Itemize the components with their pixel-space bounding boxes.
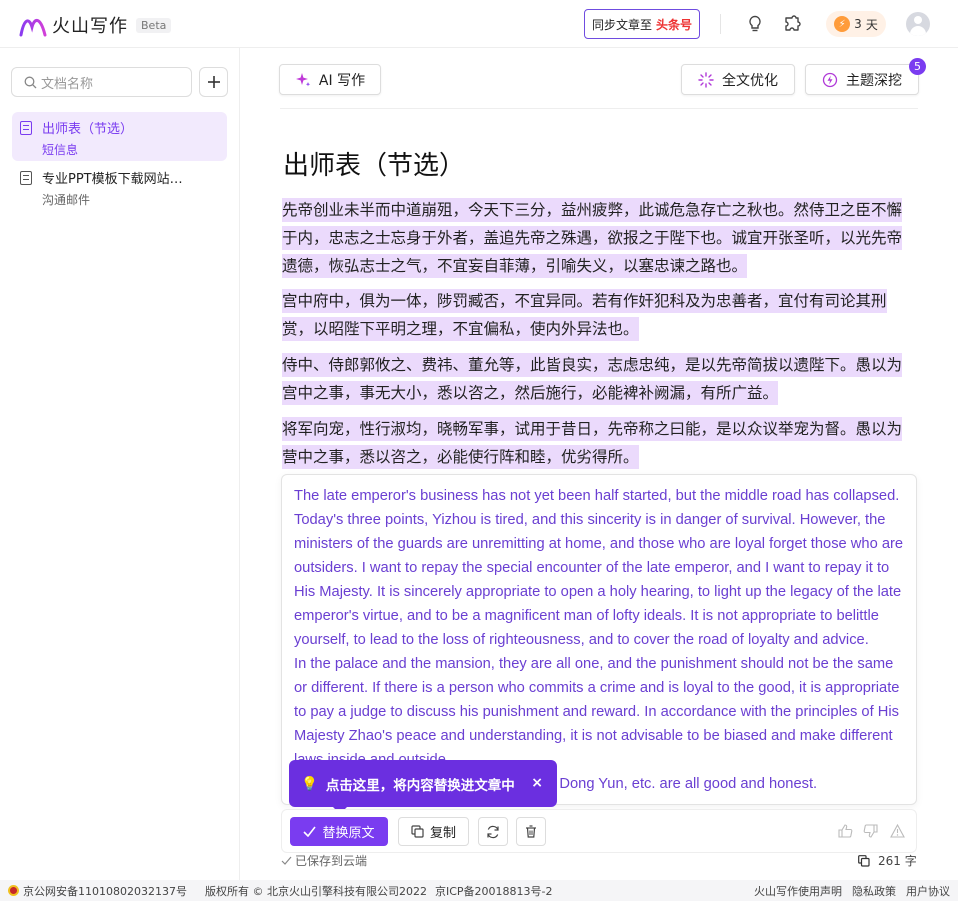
add-document-button[interactable] bbox=[199, 67, 228, 97]
document-sidebar: 文档名称 出师表（节选） 短信息 专业PPT模板下载网站… 沟通邮件 bbox=[0, 48, 240, 880]
paragraph-1-text: 先帝创业未半而中道崩殂，今天下三分，益州疲弊，此诚危急存亡之秋也。然侍卫之臣不懈… bbox=[282, 198, 903, 278]
doc-subtitle: 短信息 bbox=[42, 143, 79, 157]
lightning-icon: ⚡ bbox=[834, 16, 851, 32]
translation-result-panel[interactable]: The late emperor's business has not yet … bbox=[281, 474, 917, 805]
paragraph-3-text: 侍中、侍郎郭攸之、费祎、董允等，此皆良实，志虑忠纯，是以先帝简拔以遗陛下。愚以为… bbox=[282, 353, 903, 405]
copy-icon bbox=[858, 854, 870, 867]
plus-icon bbox=[207, 76, 220, 88]
sync-to-toutiao-button[interactable]: 同步文章至 头条号 bbox=[584, 9, 700, 39]
lightbulb-icon[interactable] bbox=[744, 13, 766, 35]
translation-text-2: In the palace and the mansion, they are … bbox=[294, 656, 900, 768]
footer-agreement-link[interactable]: 用户协议 bbox=[906, 883, 950, 899]
burst-icon bbox=[698, 71, 714, 88]
page-footer: 京公网安备11010802032137号 版权所有 © 北京火山引擎科技有限公司… bbox=[0, 880, 958, 901]
streak-days-badge[interactable]: ⚡ 3 天 bbox=[826, 11, 886, 37]
app-logo[interactable]: 火山写作 Beta bbox=[18, 12, 172, 38]
deep-dig-label: 主题深挖 bbox=[846, 72, 902, 89]
user-avatar[interactable] bbox=[906, 12, 930, 36]
optimize-label: 全文优化 bbox=[722, 72, 778, 89]
doc-title: 出师表（节选） bbox=[42, 122, 134, 137]
document-title[interactable]: 出师表（节选） bbox=[283, 145, 465, 182]
check-icon bbox=[303, 826, 317, 837]
footer-copyright: 版权所有 © 北京火山引擎科技有限公司2022 bbox=[204, 884, 427, 898]
paragraph-4[interactable]: 将军向宠，性行淑均，晓畅军事，试用于昔日，先帝称之曰能，是以众议举宠为督。愚以为… bbox=[282, 415, 910, 471]
search-placeholder: 文档名称 bbox=[41, 76, 94, 92]
app-name: 火山写作 bbox=[52, 16, 128, 37]
trash-icon bbox=[526, 825, 536, 838]
search-icon bbox=[24, 76, 37, 88]
tooltip-text: 点击这里，将内容替换进文章中 bbox=[325, 777, 515, 794]
deep-dig-count-badge: 5 bbox=[909, 58, 926, 75]
word-count-unit: 字 bbox=[904, 854, 917, 868]
translation-text-1: The late emperor's business has not yet … bbox=[294, 488, 904, 648]
paragraph-2-text: 宫中府中，俱为一体，陟罚臧否，不宜异同。若有作奸犯科及为忠善者，宜付有司论其刑赏… bbox=[282, 289, 887, 341]
replace-label: 替换原文 bbox=[322, 826, 375, 841]
copy-label: 复制 bbox=[429, 826, 456, 841]
footer-privacy-link[interactable]: 隐私政策 bbox=[852, 883, 896, 899]
thumbs-down-icon[interactable] bbox=[862, 823, 878, 839]
refresh-icon bbox=[487, 825, 499, 838]
sparkle-icon bbox=[295, 72, 311, 86]
streak-unit: 天 bbox=[865, 17, 878, 32]
save-status: 已保存到云端 bbox=[281, 852, 367, 869]
sync-target: 头条号 bbox=[656, 17, 693, 32]
paragraph-4-text: 将军向宠，性行淑均，晓畅军事，试用于昔日，先帝称之曰能，是以众议举宠为督。愚以为… bbox=[282, 417, 903, 469]
optimize-all-button[interactable]: 全文优化 bbox=[681, 64, 795, 95]
footer-terms-link[interactable]: 火山写作使用声明 bbox=[754, 883, 842, 899]
streak-count: 3 bbox=[854, 17, 862, 31]
doc-item-ppt[interactable]: 专业PPT模板下载网站… 沟通邮件 bbox=[12, 162, 227, 211]
sync-label: 同步文章至 bbox=[591, 17, 652, 32]
header-divider bbox=[720, 14, 721, 34]
paragraph-1[interactable]: 先帝创业未半而中道崩殂，今天下三分，益州疲弊，此诚危急存亡之秋也。然侍卫之臣不懈… bbox=[282, 196, 910, 280]
footer-police-record[interactable]: 京公网安备11010802032137号 bbox=[23, 883, 187, 899]
document-icon bbox=[20, 171, 32, 185]
toolbar-divider bbox=[280, 108, 918, 109]
ai-write-button[interactable]: AI 写作 bbox=[279, 64, 381, 95]
word-count-value: 261 bbox=[878, 854, 901, 868]
replace-hint-tooltip: 💡 点击这里，将内容替换进文章中 × bbox=[289, 760, 557, 814]
doc-item-chushibiao[interactable]: 出师表（节选） 短信息 bbox=[12, 112, 227, 161]
result-action-bar: 替换原文 复制 bbox=[281, 809, 917, 853]
volcano-logo-icon bbox=[19, 19, 47, 37]
topic-deep-dig-button[interactable]: 主题深挖 bbox=[805, 64, 919, 95]
document-icon bbox=[20, 121, 32, 135]
police-emblem-icon bbox=[8, 885, 19, 896]
save-status-text: 已保存到云端 bbox=[295, 854, 368, 868]
doc-search-input[interactable]: 文档名称 bbox=[11, 67, 192, 97]
thumbs-up-icon[interactable] bbox=[837, 823, 853, 839]
lightning-circle-icon bbox=[822, 72, 838, 87]
copy-icon bbox=[411, 825, 424, 838]
close-icon[interactable]: × bbox=[531, 775, 543, 791]
top-header: 火山写作 Beta 同步文章至 头条号 ⚡ 3 天 bbox=[0, 0, 958, 48]
word-count: 261 字 bbox=[858, 852, 917, 869]
footer-icp[interactable]: 京ICP备20018813号-2 bbox=[435, 883, 553, 899]
lightbulb-emoji-icon: 💡 bbox=[301, 775, 318, 792]
ai-write-label: AI 写作 bbox=[318, 72, 366, 89]
paragraph-3[interactable]: 侍中、侍郎郭攸之、费祎、董允等，此皆良实，志虑忠纯，是以先帝简拔以遗陛下。愚以为… bbox=[282, 351, 910, 407]
beta-badge: Beta bbox=[136, 17, 172, 33]
doc-subtitle: 沟通邮件 bbox=[42, 193, 91, 207]
warning-icon[interactable] bbox=[889, 823, 905, 839]
plugin-icon[interactable] bbox=[781, 13, 803, 35]
replace-original-button[interactable]: 替换原文 bbox=[290, 817, 388, 846]
regenerate-button[interactable] bbox=[478, 817, 508, 846]
copy-button[interactable]: 复制 bbox=[398, 817, 469, 846]
delete-button[interactable] bbox=[516, 817, 546, 846]
doc-title: 专业PPT模板下载网站… bbox=[42, 172, 183, 187]
paragraph-2[interactable]: 宫中府中，俱为一体，陟罚臧否，不宜异同。若有作奸犯科及为忠善者，宜付有司论其刑赏… bbox=[282, 287, 910, 343]
check-icon bbox=[281, 856, 292, 865]
